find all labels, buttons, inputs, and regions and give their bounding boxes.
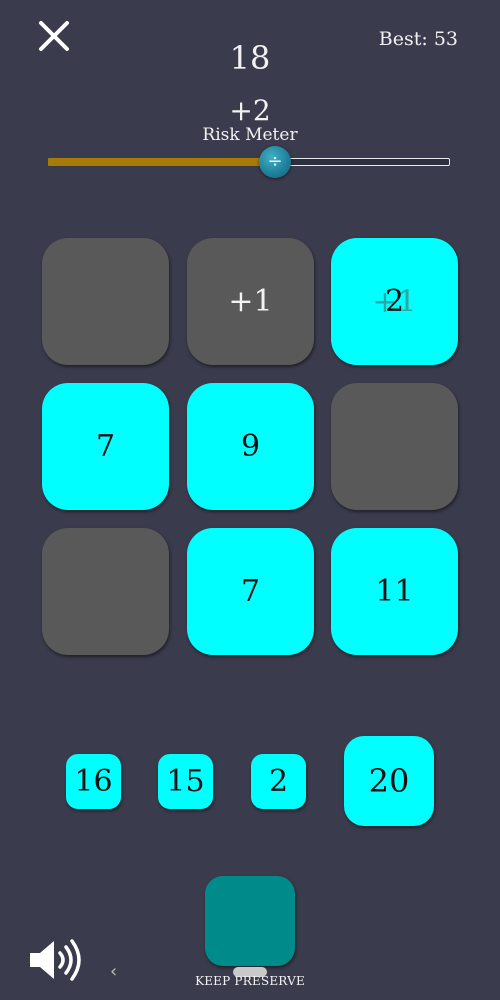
queue-tile-value: 20 [368, 762, 410, 800]
sound-button[interactable] [28, 938, 84, 982]
best-score: Best: 53 [378, 28, 458, 50]
board-tile[interactable] [331, 383, 458, 510]
board-tile[interactable] [42, 528, 169, 655]
tile-value: +1 [228, 284, 273, 319]
risk-meter-fill [48, 158, 269, 166]
queue-tile-value: 2 [268, 764, 289, 799]
board-tile[interactable] [42, 238, 169, 365]
board-tile[interactable]: 7 [42, 383, 169, 510]
divide-icon: ÷ [267, 151, 283, 172]
queue-tile-value: 15 [166, 764, 205, 799]
tile-ghost-value: +1 [372, 284, 417, 319]
board-tile[interactable]: 11 [331, 528, 458, 655]
tile-value: 9 [240, 429, 261, 464]
queue-tile[interactable]: 2 [251, 754, 306, 809]
tile-value: 7 [240, 574, 261, 609]
risk-meter-knob[interactable]: ÷ [259, 146, 291, 178]
queue-tile-value: 16 [74, 764, 113, 799]
keep-preserve-button[interactable] [205, 876, 295, 966]
score-increment: +2 [229, 94, 271, 127]
board-tile[interactable]: +1 2 [331, 238, 458, 365]
queue-tile[interactable]: 15 [158, 754, 213, 809]
tile-value: 7 [95, 429, 116, 464]
board-tile[interactable]: 7 [187, 528, 314, 655]
queue-tile[interactable]: 16 [66, 754, 121, 809]
tile-value: 11 [375, 574, 414, 609]
current-queue-tile[interactable]: 20 [344, 736, 434, 826]
board-tile[interactable]: 9 [187, 383, 314, 510]
chevron-left-icon[interactable]: ‹ [110, 962, 126, 982]
board-tile[interactable]: +1 [187, 238, 314, 365]
risk-meter-label: Risk Meter [202, 125, 298, 145]
speaker-volume-icon [30, 939, 81, 981]
